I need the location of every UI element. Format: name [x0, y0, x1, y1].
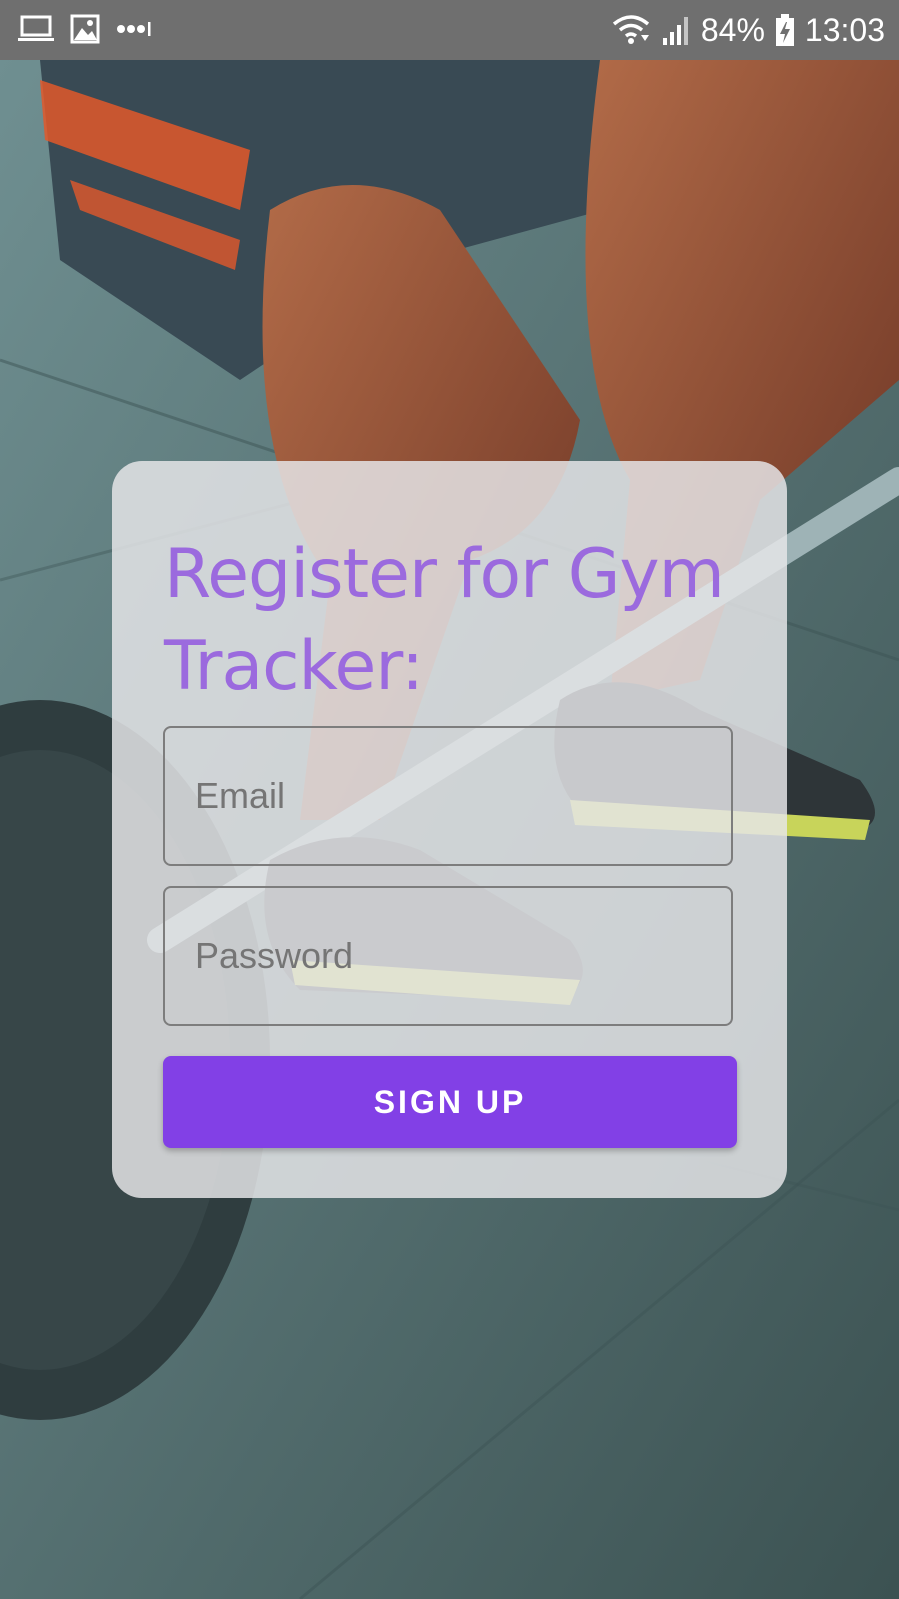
wifi-icon [612, 15, 649, 44]
status-left-icons [18, 14, 152, 44]
battery-percent: 84% [700, 12, 765, 48]
more-dots-icon [117, 22, 151, 36]
battery-charging-icon [775, 14, 794, 46]
email-field[interactable] [163, 726, 733, 866]
password-field[interactable] [163, 886, 733, 1026]
sign-up-button[interactable]: SIGN UP [163, 1056, 737, 1148]
status-bar: 84% 13:03 [0, 0, 899, 60]
image-icon [70, 14, 100, 44]
register-card: Register for Gym Tracker: SIGN UP [112, 461, 787, 1198]
status-right-icons: 84% 13:03 [611, 10, 885, 50]
status-time: 13:03 [804, 12, 885, 48]
signal-icon [662, 17, 688, 45]
laptop-icon [18, 15, 54, 41]
page-title: Register for Gym Tracker: [164, 535, 725, 706]
